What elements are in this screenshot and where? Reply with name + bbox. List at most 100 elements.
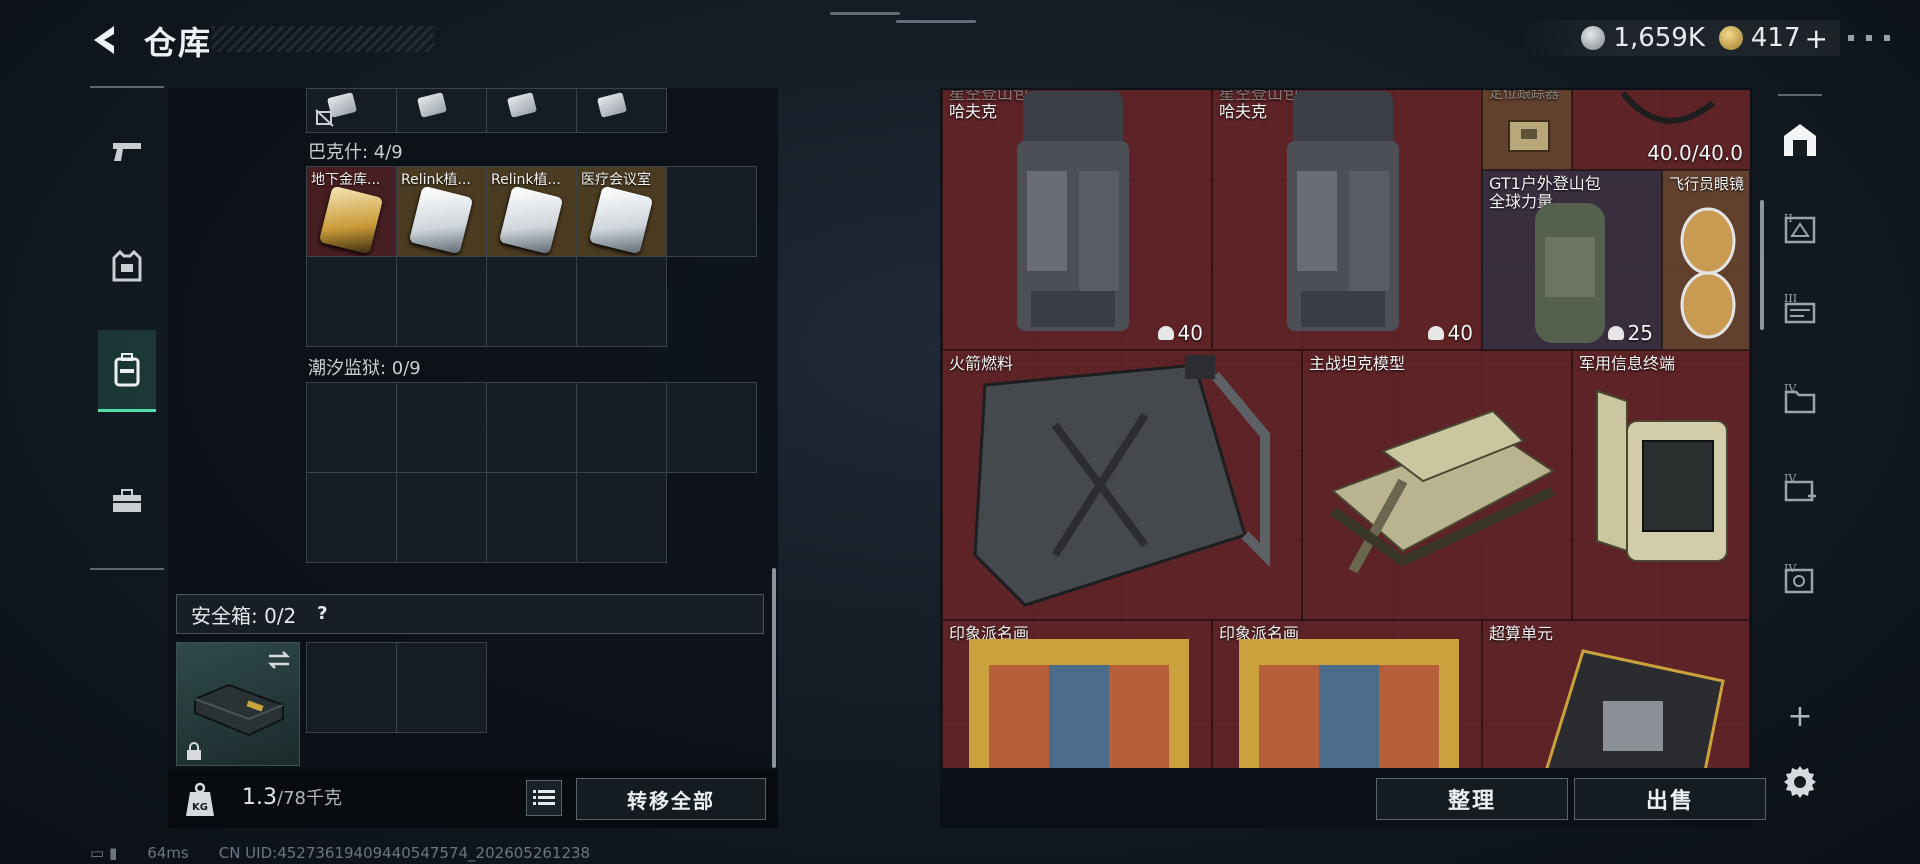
item-name: 哈夫克 [949,102,998,121]
safe-case-icon [194,683,284,737]
grid-gap [667,257,757,347]
framed-painting-icon [969,639,1189,768]
no-image-icon [315,109,334,127]
backpack-scrollbar[interactable] [772,568,776,768]
chaoxi-slot[interactable] [577,473,667,563]
settings-button[interactable] [1778,760,1822,804]
item-name: 地下金库... [311,172,381,188]
nav-toolbox[interactable] [98,460,156,542]
stash-item-painting-1[interactable]: 印象派名画 [942,620,1212,768]
currency-bar: 1,659K 417 + [1521,20,1840,56]
item-name: 医疗会议室 [581,172,651,188]
tactical-backpack-icon [1017,91,1129,331]
container-grid-top [306,88,667,133]
swap-icon [267,651,291,669]
silver-keycard-icon [498,185,564,255]
chaoxi-slot[interactable] [487,383,577,473]
chaoxi-slot[interactable] [577,383,667,473]
sell-button[interactable]: 出售 [1574,778,1766,820]
bakesh-grid: 地下金库... Relink植... Relink植... 医疗会议室 [306,166,757,347]
bakesh-slot-4[interactable]: 医疗会议室 [577,167,667,257]
warehouse-scrollbar[interactable] [1760,200,1764,330]
gold-keycard-icon [318,185,384,255]
item-name: Relink植... [491,172,561,188]
stash-item-gt1-backpack[interactable]: GT1户外登山包 全球力量 25 [1482,170,1662,350]
nav-weapons[interactable] [98,110,156,192]
item-capacity: 40 [1157,321,1203,345]
stash-item-backpack-1[interactable]: 星空登山包 哈夫克 40 [942,90,1212,350]
stash-item-military-terminal[interactable]: 军用信息终端 [1572,350,1750,620]
chaoxi-slot[interactable] [667,383,757,473]
chaoxi-slot[interactable] [397,473,487,563]
stash-item-tank-model[interactable]: 主战坦克模型 [1302,350,1572,620]
back-arrow-icon [94,26,114,54]
silver-keycard-icon [408,185,474,255]
item-name: 定位跟踪器 [1489,90,1559,102]
capacity-value: 25 [1627,321,1653,345]
nav-armor[interactable] [98,226,156,308]
stash-item-supercomputer-unit[interactable]: 超算单元 [1482,620,1750,768]
bakesh-slot-empty[interactable] [397,257,487,347]
tab-warehouse-iv-a[interactable]: IV [1778,378,1822,422]
svg-text:KG: KG [192,802,208,813]
stash-item-painting-2[interactable]: 印象派名画 [1212,620,1482,768]
chaoxi-slot[interactable] [307,473,397,563]
safe-box-slot[interactable] [397,643,487,733]
organize-button[interactable]: 整理 [1376,778,1568,820]
list-view-button[interactable] [526,780,562,816]
tab-warehouse-iv-b[interactable]: IV [1778,468,1822,512]
strap-icon [1620,91,1715,124]
chaoxi-slot[interactable] [397,383,487,473]
item-name: GT1户外登山包 [1489,174,1601,193]
container-slot[interactable] [577,89,667,133]
add-currency-icon[interactable]: + [1805,22,1828,55]
item-durability: 40.0/40.0 [1647,141,1743,165]
stash-item-backpack-2[interactable]: 星空登山包 哈夫克 40 [1212,90,1482,350]
armor-vest-icon [112,250,142,282]
safe-box-slot[interactable] [307,643,397,733]
container-slot[interactable] [307,89,397,133]
container-slot[interactable] [487,89,577,133]
item-name: 哈夫克 [1219,102,1268,121]
tab-warehouse-iii[interactable]: III [1778,288,1822,332]
gold-currency[interactable]: 417 + [1718,22,1828,55]
nav-backpack[interactable] [98,330,156,412]
tab-warehouse-ii[interactable]: II [1778,208,1822,252]
framed-painting-icon [1239,639,1459,768]
weight-max: /78千克 [277,788,342,809]
grid-gap [667,473,757,563]
chaoxi-slot[interactable] [307,383,397,473]
tier-label: IV [1784,472,1797,485]
chaoxi-slot[interactable] [487,473,577,563]
gear-icon [1784,766,1816,798]
gold-coin-icon [1718,26,1743,50]
safe-box-item[interactable] [176,642,300,766]
add-warehouse-tab[interactable]: + [1778,694,1822,738]
transfer-all-button[interactable]: 转移全部 [576,778,766,820]
aviator-goggles-icon [1680,207,1736,339]
bakesh-slot-empty[interactable] [667,167,757,257]
item-name: 军用信息终端 [1579,354,1676,373]
back-button[interactable] [86,20,126,60]
container-slot[interactable] [397,89,487,133]
stash-item-rocket-fuel[interactable]: 火箭燃料 [942,350,1302,620]
bakesh-slot-1[interactable]: 地下金库... [307,167,397,257]
tab-all-warehouse[interactable] [1778,118,1822,162]
bakesh-slot-2[interactable]: Relink植... [397,167,487,257]
warehouse-home-icon [1784,124,1816,156]
stash-item-aviator-goggles[interactable]: 飞行员眼镜 [1662,170,1750,350]
header-decoration: ▪ ▪ ▪ [1846,30,1894,44]
stash-item-strap[interactable]: 40.0/40.0 [1572,90,1750,170]
backpack-icon [114,352,140,386]
safe-box-header: 安全箱: 0/2 ? [176,594,764,634]
bakesh-slot-empty[interactable] [577,257,667,347]
fuel-canister-icon [973,355,1270,607]
tab-warehouse-iv-c[interactable]: IV [1778,558,1822,602]
tier-label: IV [1784,382,1797,395]
bakesh-slot-3[interactable]: Relink植... [487,167,577,257]
help-icon[interactable]: ? [310,602,334,626]
weight-value: 1.3 [242,785,277,810]
bakesh-slot-empty[interactable] [307,257,397,347]
stash-item-locator[interactable]: 定位跟踪器 [1482,90,1572,170]
bakesh-slot-empty[interactable] [487,257,577,347]
